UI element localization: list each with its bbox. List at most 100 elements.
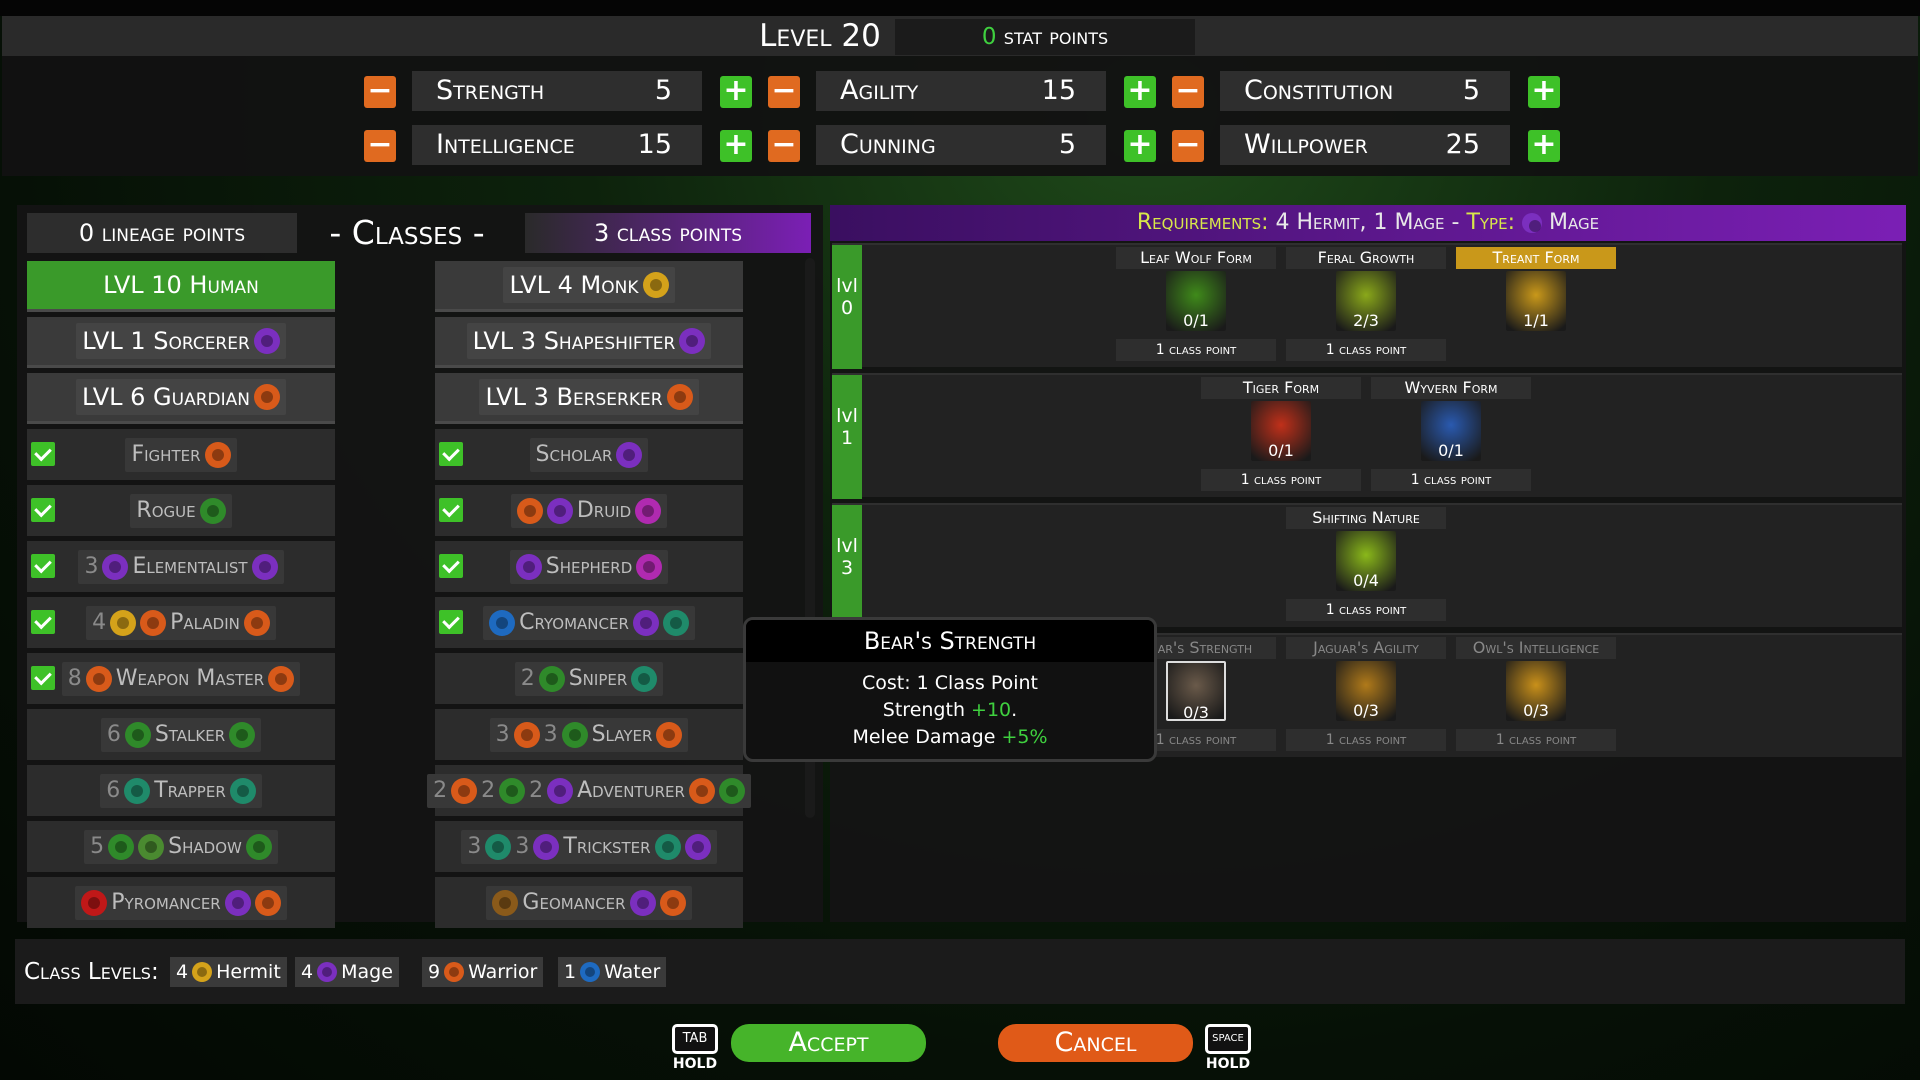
checkbox-checked[interactable] (439, 610, 463, 634)
cunning-increase-button[interactable]: + (1124, 130, 1156, 162)
class-name: Druid (576, 498, 632, 523)
chip-count: 4 (176, 961, 189, 983)
prereq-count: 4 (92, 610, 107, 635)
warrior-icon (268, 665, 295, 692)
prereq-count: 2 (433, 778, 448, 803)
checkbox-checked[interactable] (31, 610, 55, 634)
tier-level-tag: lvl 1 (832, 375, 862, 499)
strength-decrease-button[interactable]: − (364, 76, 396, 108)
class-cell[interactable]: 4 Paladin (27, 597, 335, 648)
class-name: Shadow (168, 834, 242, 859)
skill-icon[interactable]: 0/3 (1166, 661, 1226, 722)
class-cell-content: 2 2 2 Adventurer (427, 773, 751, 808)
tooltip-melee-value: +5% (1001, 726, 1048, 748)
cunning-decrease-button[interactable]: − (768, 130, 800, 162)
class-cell-content: LVL 6 Guardian (76, 379, 286, 415)
skill-icon[interactable]: 0/4 (1336, 531, 1396, 591)
warrior-icon (444, 962, 465, 982)
class-cell[interactable]: LVL 1 Sorcerer (27, 317, 335, 368)
skill-title: Owl's Intelligence (1456, 637, 1616, 659)
skill-node[interactable]: Treant Form 1/1 (1456, 243, 1616, 367)
cancel-button[interactable]: Cancel (998, 1024, 1193, 1062)
class-cell-content: LVL 10 Human (97, 267, 265, 303)
class-cell[interactable]: 3 3 Trickster (435, 821, 743, 872)
tooltip-strength-line: Strength +10. (882, 699, 1018, 721)
nature-icon (124, 777, 151, 804)
prereq-count: 3 (467, 834, 482, 859)
stat-strength-label: Strength (436, 75, 545, 106)
agility-decrease-button[interactable]: − (768, 76, 800, 108)
class-cell[interactable]: Geomancer (435, 877, 743, 928)
prereq-count: 3 (543, 722, 558, 747)
accept-button[interactable]: Accept (731, 1024, 926, 1062)
tooltip-melee-label: Melee Damage (852, 726, 1002, 748)
skill-title: Feral Growth (1286, 247, 1446, 269)
mage-icon (253, 328, 280, 354)
skill-icon[interactable]: 0/3 (1336, 661, 1396, 721)
class-cell[interactable]: Fighter (27, 429, 335, 480)
class-cell[interactable]: 6 Stalker (27, 709, 335, 760)
constitution-increase-button[interactable]: + (1528, 76, 1560, 108)
skill-icon[interactable]: 0/1 (1251, 401, 1311, 461)
water-icon (489, 609, 516, 636)
checkbox-checked[interactable] (31, 666, 55, 690)
class-cell[interactable]: LVL 10 Human (27, 261, 335, 312)
stat-constitution: Constitution 5 (1220, 71, 1510, 111)
agility-increase-button[interactable]: + (1124, 76, 1156, 108)
class-cell[interactable]: LVL 3 Berserker (435, 373, 743, 424)
skill-icon[interactable]: 2/3 (1336, 271, 1396, 331)
class-name: Scholar (535, 442, 613, 467)
class-cell[interactable]: Pyromancer (27, 877, 335, 928)
rogue-icon (561, 721, 588, 748)
checkbox-checked[interactable] (31, 442, 55, 466)
class-cell[interactable]: 3 Elementalist (27, 541, 335, 592)
mage-icon (533, 833, 560, 860)
skill-node[interactable]: Wyvern Form 0/1 1 class point (1371, 373, 1531, 497)
skill-node[interactable]: Leaf Wolf Form 0/1 1 class point (1116, 243, 1276, 367)
prereq-count: 6 (106, 778, 121, 803)
skill-node[interactable]: Feral Growth 2/3 1 class point (1286, 243, 1446, 367)
prereq-count: 5 (90, 834, 105, 859)
class-cell[interactable]: 2 Sniper (435, 653, 743, 704)
tooltip-melee-line: Melee Damage +5% (746, 724, 1154, 751)
checkbox-checked[interactable] (439, 442, 463, 466)
stat-intelligence: Intelligence 15 (412, 125, 702, 165)
class-cell[interactable]: 6 Trapper (27, 765, 335, 816)
willpower-decrease-button[interactable]: − (1172, 130, 1204, 162)
constitution-decrease-button[interactable]: − (1172, 76, 1204, 108)
skill-icon[interactable]: 0/1 (1421, 401, 1481, 461)
checkbox-checked[interactable] (439, 498, 463, 522)
checkbox-checked[interactable] (31, 498, 55, 522)
class-cell[interactable]: 2 2 2 Adventurer (427, 765, 751, 816)
level-title: Level 20 (759, 18, 881, 54)
checkbox-checked[interactable] (439, 554, 463, 578)
skill-icon[interactable]: 0/3 (1506, 661, 1566, 721)
stat-strength: Strength 5 (412, 71, 702, 111)
skill-icon[interactable]: 1/1 (1506, 271, 1566, 331)
willpower-increase-button[interactable]: + (1528, 130, 1560, 162)
class-cell[interactable]: Scholar (435, 429, 743, 480)
strength-increase-button[interactable]: + (720, 76, 752, 108)
skill-node[interactable]: Tiger Form 0/1 1 class point (1201, 373, 1361, 497)
class-cell[interactable]: 3 3 Slayer (435, 709, 743, 760)
class-cell[interactable]: Cryomancer (435, 597, 743, 648)
class-cell[interactable]: 8 Weapon Master (27, 653, 335, 704)
warrior-icon (140, 609, 167, 636)
class-cell[interactable]: Druid (435, 485, 743, 536)
checkbox-checked[interactable] (31, 554, 55, 578)
skill-node[interactable]: Owl's Intelligence 0/3 1 class point (1456, 633, 1616, 757)
skill-node[interactable]: Shifting Nature 0/4 1 class point (1286, 503, 1446, 627)
skill-icon[interactable]: 0/1 (1166, 271, 1226, 331)
intelligence-decrease-button[interactable]: − (364, 130, 396, 162)
class-cell[interactable]: LVL 4 Monk (435, 261, 743, 312)
class-cell[interactable]: LVL 3 Shapeshifter (435, 317, 743, 368)
skill-node[interactable]: Jaguar's Agility 0/3 1 class point (1286, 633, 1446, 757)
skill-title: Tiger Form (1201, 377, 1361, 399)
class-cell[interactable]: Rogue (27, 485, 335, 536)
intelligence-increase-button[interactable]: + (720, 130, 752, 162)
class-name: LVL 4 Monk (509, 271, 639, 299)
class-cell[interactable]: LVL 6 Guardian (27, 373, 335, 424)
class-cell[interactable]: 5 Shadow (27, 821, 335, 872)
class-name: LVL 6 Guardian (82, 383, 250, 411)
class-cell[interactable]: Shepherd (435, 541, 743, 592)
